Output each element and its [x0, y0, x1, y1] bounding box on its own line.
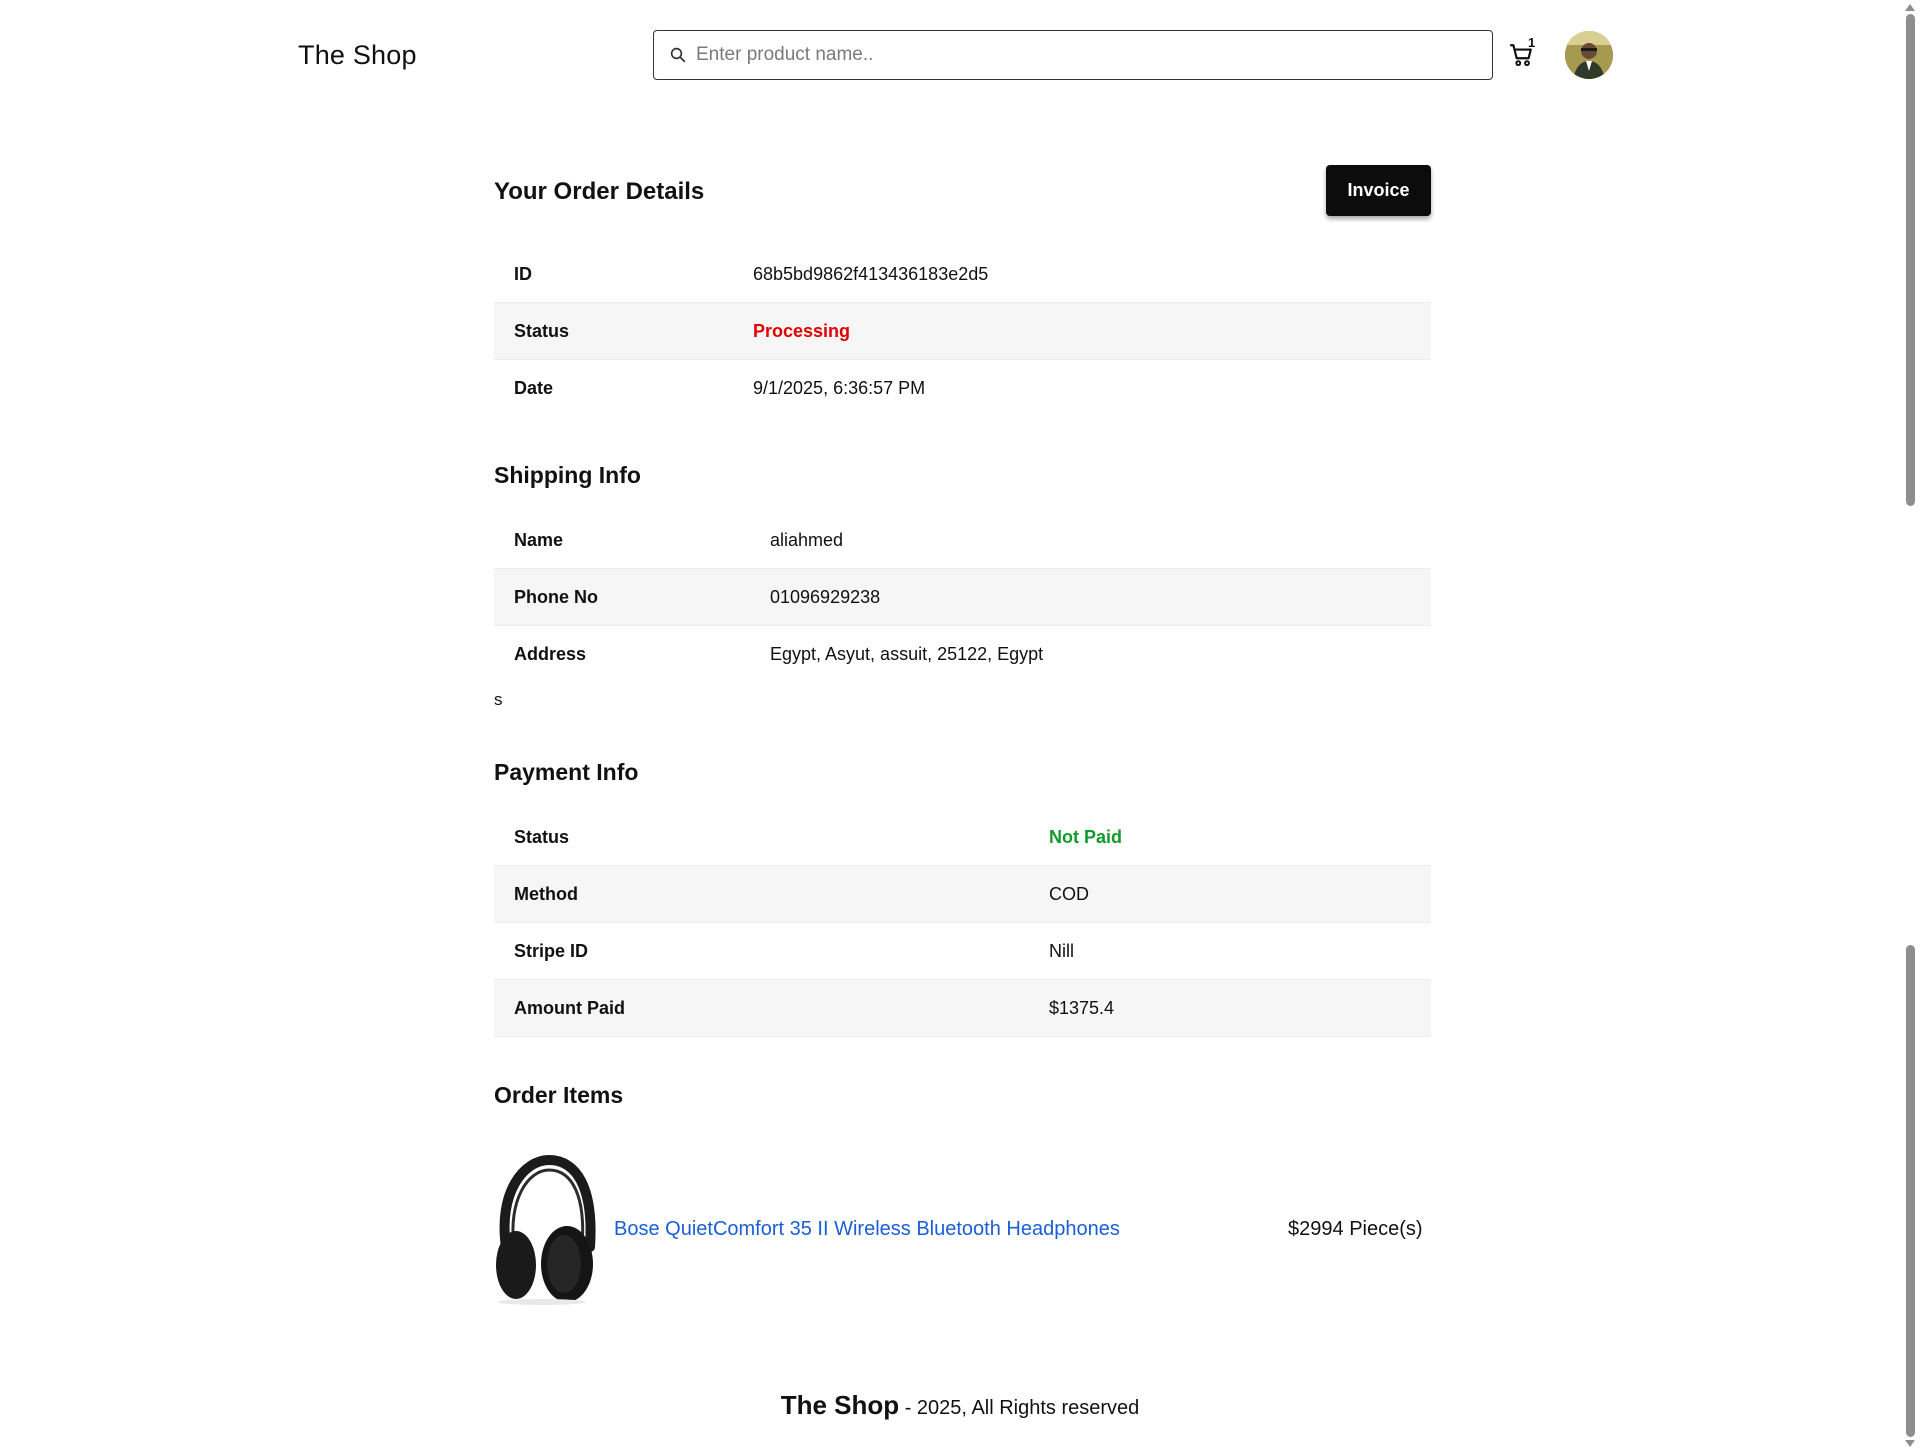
brand-logo[interactable]: The Shop: [298, 40, 417, 71]
shipping-address-label: Address: [514, 643, 587, 664]
search-input[interactable]: [696, 31, 1476, 78]
order-details-title: Your Order Details: [494, 178, 705, 205]
scroll-up-arrow-icon[interactable]: [1905, 4, 1915, 11]
avatar[interactable]: [1565, 31, 1613, 79]
order-id-label: ID: [514, 263, 532, 284]
footer-brand: The Shop: [780, 1390, 900, 1420]
amount-paid-value: $1375.4: [1049, 979, 1431, 1037]
order-item-price: $2994 Piece(s): [1288, 1218, 1423, 1241]
stripe-id-value: Nill: [1049, 940, 1074, 961]
table-row: ID 68b5bd9862f413436183e2d5: [494, 246, 1431, 303]
shipping-info-title: Shipping Info: [494, 462, 641, 488]
shipping-info-table: Name aliahmed Phone No 01096929238 Addre…: [494, 511, 1431, 683]
table-row: Date 9/1/2025, 6:36:57 PM: [494, 360, 1431, 417]
table-row: Name aliahmed: [494, 512, 1431, 569]
user-avatar-image: [1565, 31, 1613, 79]
stray-text: s: [494, 690, 503, 709]
scroll-down-arrow-icon[interactable]: [1905, 1440, 1915, 1447]
footer-copyright: - 2025, All Rights reserved: [904, 1397, 1140, 1419]
order-item-price-value: $2994: [1288, 1218, 1344, 1240]
shipping-phone-value: 01096929238: [770, 568, 1431, 626]
headphones-image[interactable]: [494, 1152, 596, 1306]
table-row: Phone No 01096929238: [494, 568, 1431, 626]
order-items-title: Order Items: [494, 1082, 624, 1108]
payment-status-value: Not Paid: [1049, 826, 1123, 847]
shipping-address-value: Egypt, Asyut, assuit, 25122, Egypt: [770, 643, 1044, 664]
table-row: Status Processing: [494, 302, 1431, 360]
cart-count-badge: 1: [1528, 35, 1536, 50]
shipping-phone-label: Phone No: [494, 568, 770, 626]
amount-paid-label: Amount Paid: [494, 979, 1049, 1037]
shipping-name-label: Name: [514, 529, 564, 550]
order-status-value: Processing: [753, 302, 1431, 360]
payment-info-table: Status Not Paid Method COD Stripe ID Nil…: [494, 808, 1431, 1037]
order-item-quantity: Piece(s): [1349, 1218, 1423, 1240]
order-date-value: 9/1/2025, 6:36:57 PM: [753, 377, 926, 398]
order-item-link[interactable]: Bose QuietComfort 35 II Wireless Bluetoo…: [614, 1218, 1120, 1241]
payment-status-label: Status: [514, 826, 570, 847]
footer: The Shop - 2025, All Rights reserved: [0, 1390, 1920, 1421]
header: The Shop 1: [0, 0, 1898, 110]
table-row: Amount Paid $1375.4: [494, 979, 1431, 1037]
order-details-table: ID 68b5bd9862f413436183e2d5 Status Proce…: [494, 245, 1431, 417]
payment-method-value: COD: [1049, 865, 1431, 923]
search-bar[interactable]: [653, 30, 1493, 80]
search-icon: [670, 47, 686, 63]
table-row: Address Egypt, Asyut, assuit, 25122, Egy…: [494, 626, 1431, 683]
invoice-button[interactable]: Invoice: [1326, 165, 1431, 216]
page-scrollbar[interactable]: [1900, 0, 1920, 1450]
order-date-label: Date: [514, 377, 554, 398]
payment-info-title: Payment Info: [494, 759, 639, 785]
table-row: Status Not Paid: [494, 809, 1431, 866]
stripe-id-label: Stripe ID: [514, 940, 589, 961]
table-row: Stripe ID Nill: [494, 923, 1431, 980]
order-status-label: Status: [494, 302, 753, 360]
order-id-value: 68b5bd9862f413436183e2d5: [753, 263, 989, 284]
scrollbar-thumb[interactable]: [1906, 14, 1915, 506]
table-row: Method COD: [494, 865, 1431, 923]
scrollbar-thumb-lower[interactable]: [1906, 945, 1915, 1437]
payment-method-label: Method: [494, 865, 1049, 923]
shipping-name-value: aliahmed: [770, 529, 844, 550]
